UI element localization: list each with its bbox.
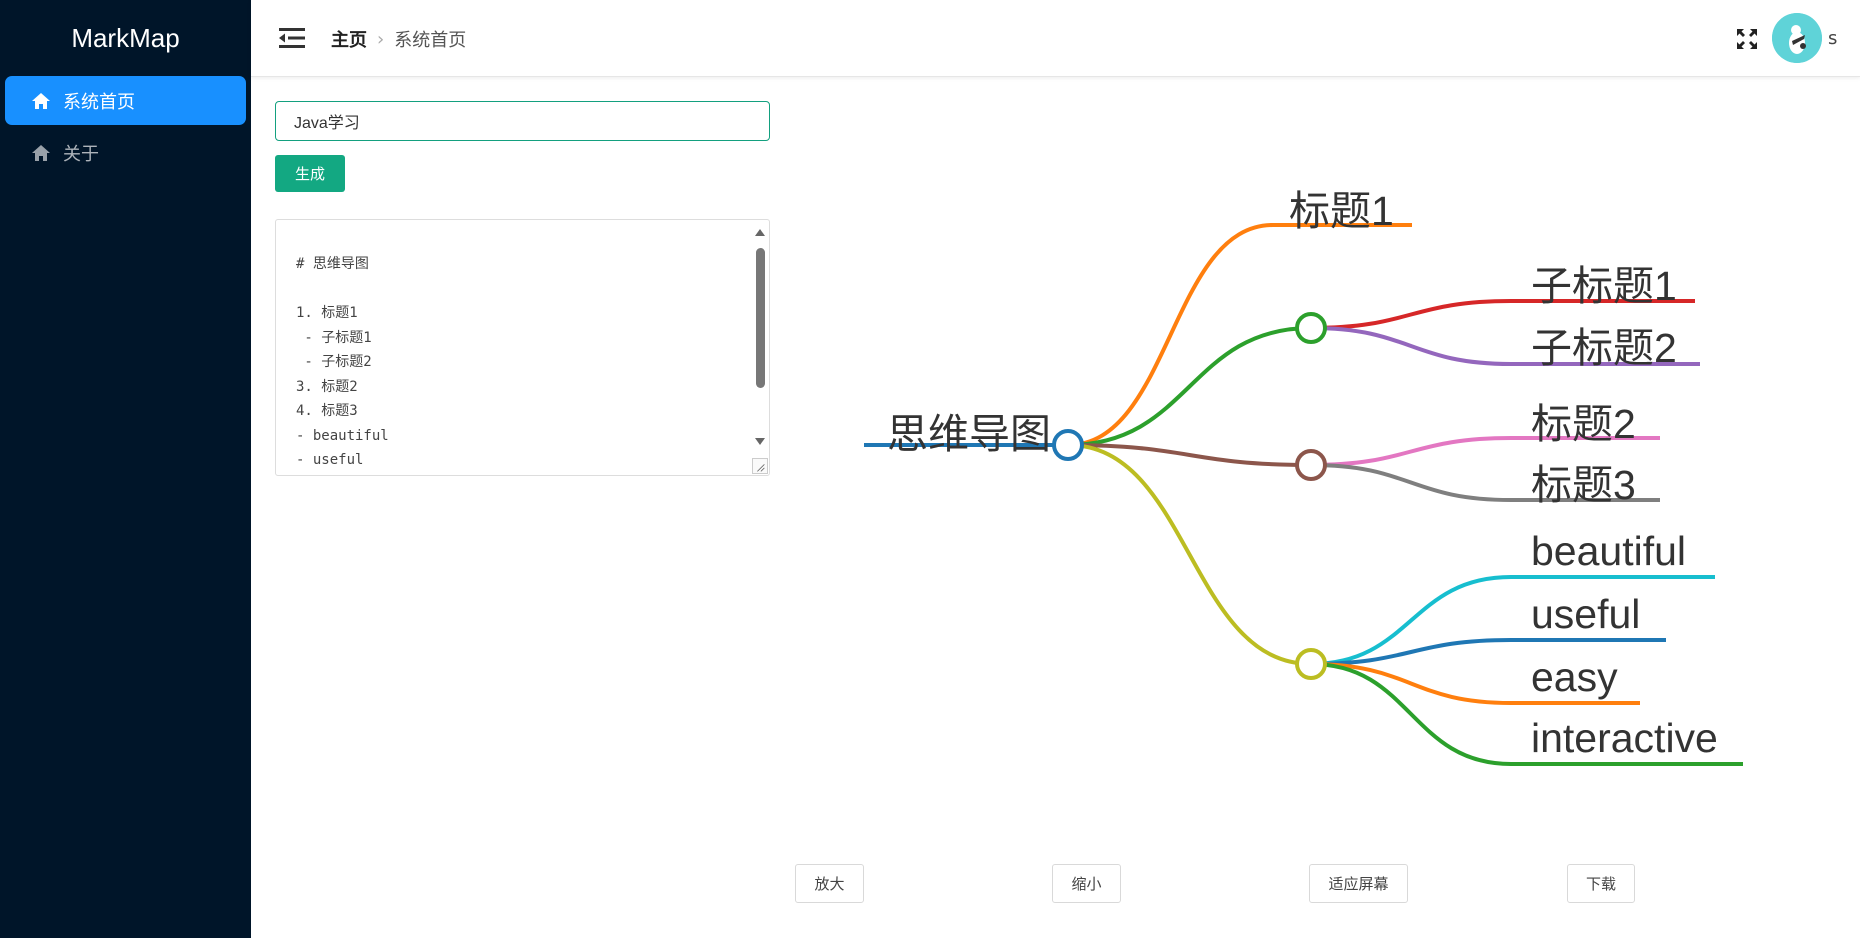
- mindmap-node-easy[interactable]: easy: [1531, 654, 1618, 701]
- mindmap-node-title1[interactable]: 标题1: [1289, 177, 1394, 237]
- mindmap-collapse-circle[interactable]: [1295, 312, 1327, 344]
- mindmap-root-circle[interactable]: [1052, 429, 1084, 461]
- mindmap-edge-beautiful: [1310, 575, 1715, 666]
- scrollbar[interactable]: [753, 220, 769, 460]
- mindmap-edge-group-b: [1067, 443, 1312, 467]
- top-header: 主页 › 系统首页 s: [251, 0, 1860, 77]
- mindmap-node-useful[interactable]: useful: [1531, 591, 1640, 638]
- scroll-down-icon[interactable]: [755, 438, 765, 445]
- chevron-right-icon: ›: [377, 28, 385, 50]
- scroll-thumb[interactable]: [756, 248, 765, 388]
- resize-handle-icon[interactable]: [752, 458, 768, 474]
- breadcrumb-home[interactable]: 主页: [331, 26, 367, 52]
- mindmap-node-title2[interactable]: 标题2: [1531, 390, 1636, 450]
- breadcrumb-current: 系统首页: [394, 30, 467, 51]
- mindmap-collapse-circle[interactable]: [1295, 449, 1327, 481]
- sidebar: MarkMap 系统首页 关于: [0, 0, 251, 938]
- breadcrumb: 主页 › 系统首页: [331, 26, 466, 52]
- mindmap-edge-group-c: [1067, 443, 1312, 666]
- scroll-up-icon[interactable]: [755, 229, 765, 236]
- mindmap-collapse-circle[interactable]: [1295, 648, 1327, 680]
- sidebar-item-about[interactable]: 关于: [5, 128, 246, 177]
- mindmap-canvas[interactable]: 思维导图 标题1 子标题1 子标题2 标题2 标题3 beautiful use…: [780, 140, 1780, 790]
- markdown-textarea[interactable]: # 思维导图 1. 标题1 - 子标题1 - 子标题2 3. 标题2 4. 标题…: [275, 219, 770, 476]
- mindmap-node-title3[interactable]: 标题3: [1531, 451, 1636, 511]
- download-button[interactable]: 下载: [1567, 864, 1635, 903]
- sidebar-item-label: 系统首页: [63, 91, 135, 113]
- zoom-in-button[interactable]: 放大: [795, 864, 864, 903]
- mindmap-node-subtitle2[interactable]: 子标题2: [1531, 314, 1677, 374]
- generate-button[interactable]: 生成: [275, 155, 345, 192]
- mindmap-node-beautiful[interactable]: beautiful: [1531, 528, 1686, 575]
- mindmap-edge-group-a: [1067, 326, 1312, 447]
- fullscreen-icon[interactable]: [1735, 27, 1759, 51]
- mindmap-node-interactive[interactable]: interactive: [1531, 715, 1718, 762]
- user-avatar[interactable]: [1772, 13, 1822, 63]
- fit-screen-button[interactable]: 适应屏幕: [1309, 864, 1408, 903]
- title-input[interactable]: [275, 101, 770, 141]
- sidebar-item-label: 关于: [63, 143, 99, 165]
- menu-collapse-icon[interactable]: [277, 25, 307, 51]
- username: s: [1828, 28, 1838, 49]
- sidebar-item-home[interactable]: 系统首页: [5, 76, 246, 125]
- markdown-content[interactable]: # 思维导图 1. 标题1 - 子标题1 - 子标题2 3. 标题2 4. 标题…: [296, 252, 389, 473]
- mindmap-node-subtitle1[interactable]: 子标题1: [1531, 252, 1677, 312]
- mindmap-node-root[interactable]: 思维导图: [887, 400, 1051, 460]
- app-brand: MarkMap: [71, 22, 180, 53]
- zoom-out-button[interactable]: 缩小: [1052, 864, 1121, 903]
- home-icon: [31, 143, 51, 163]
- home-icon: [31, 91, 51, 111]
- mindmap-edge-title1: [1067, 223, 1412, 447]
